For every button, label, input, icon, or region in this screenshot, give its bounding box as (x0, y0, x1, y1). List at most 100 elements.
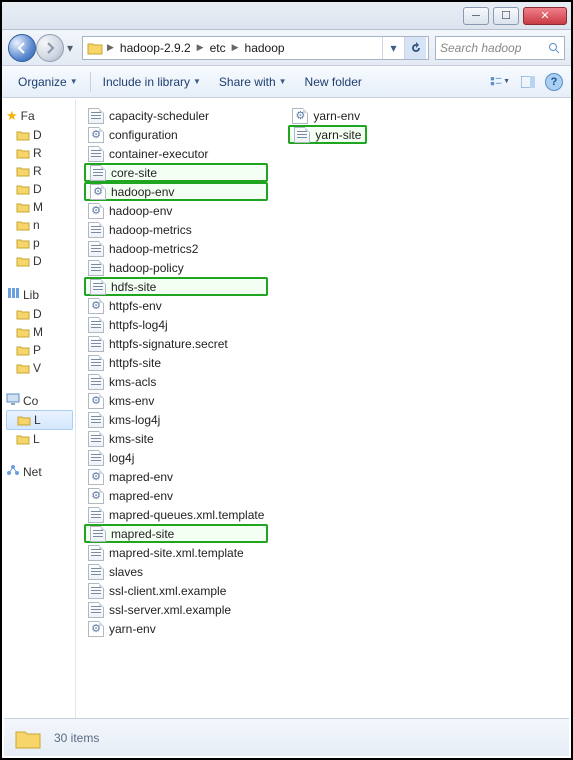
file-item[interactable]: capacity-scheduler (84, 106, 268, 125)
file-item[interactable]: mapred-queues.xml.template (84, 505, 268, 524)
sidebar-computer[interactable]: Co (6, 391, 73, 410)
refresh-icon (410, 42, 422, 54)
search-input[interactable]: Search hadoop (435, 36, 565, 60)
file-item[interactable]: log4j (84, 448, 268, 467)
folder-icon (16, 218, 30, 232)
sidebar-item[interactable]: M (6, 198, 73, 216)
chevron-right-icon: ▶ (195, 42, 206, 53)
breadcrumb[interactable]: ▶ hadoop-2.9.2 ▶ etc ▶ hadoop ▾ (82, 36, 429, 60)
folder-icon (16, 128, 30, 142)
file-name: mapred-env (109, 470, 173, 484)
breadcrumb-item[interactable]: hadoop (241, 41, 289, 55)
sidebar: ★Fa DRRDMnpD Lib DMPV Co LL Net (4, 100, 76, 718)
file-item[interactable]: kms-env (84, 391, 268, 410)
include-library-menu[interactable]: Include in library▼ (95, 71, 209, 93)
file-name: log4j (109, 451, 134, 465)
file-name: ssl-client.xml.example (109, 584, 226, 598)
folder-icon (14, 726, 42, 750)
folder-icon (16, 325, 30, 339)
back-button[interactable] (8, 34, 36, 62)
sidebar-item[interactable]: L (6, 410, 73, 430)
file-item[interactable]: yarn-site (288, 125, 367, 144)
new-folder-button[interactable]: New folder (297, 71, 370, 93)
file-item[interactable]: yarn-env (84, 619, 268, 638)
preview-pane-button[interactable] (517, 72, 539, 92)
file-item[interactable]: core-site (84, 163, 268, 182)
file-item[interactable]: yarn-env (288, 106, 367, 125)
sidebar-item[interactable]: D (6, 126, 73, 144)
file-item[interactable]: mapred-site (84, 524, 268, 543)
sidebar-favorites[interactable]: ★Fa (6, 106, 73, 126)
folder-icon (16, 146, 30, 160)
sidebar-item[interactable]: V (6, 359, 73, 377)
file-pane[interactable]: capacity-schedulerconfigurationcontainer… (76, 100, 569, 718)
sidebar-item[interactable]: L (6, 430, 73, 448)
file-item[interactable]: kms-acls (84, 372, 268, 391)
arrow-left-icon (15, 41, 29, 55)
view-options-button[interactable]: ▼ (489, 72, 511, 92)
sidebar-item[interactable]: M (6, 323, 73, 341)
file-icon (88, 108, 104, 124)
file-item[interactable]: httpfs-site (84, 353, 268, 372)
sidebar-item[interactable]: D (6, 180, 73, 198)
sidebar-item[interactable]: D (6, 252, 73, 270)
file-item[interactable]: container-executor (84, 144, 268, 163)
file-item[interactable]: configuration (84, 125, 268, 144)
nav-history-dropdown[interactable]: ▾ (64, 38, 76, 58)
forward-button[interactable] (36, 34, 64, 62)
file-item[interactable]: hadoop-env (84, 201, 268, 220)
sidebar-item[interactable]: R (6, 162, 73, 180)
sidebar-libraries[interactable]: Lib (6, 284, 73, 305)
close-button[interactable]: ✕ (523, 7, 567, 25)
file-item[interactable]: hadoop-env (84, 182, 268, 201)
item-count: 30 items (54, 731, 99, 745)
gear-file-icon (88, 393, 104, 409)
help-button[interactable]: ? (545, 73, 563, 91)
breadcrumb-item[interactable]: etc (206, 41, 230, 55)
library-icon (6, 286, 20, 303)
file-name: kms-log4j (109, 413, 160, 427)
file-item[interactable]: ssl-client.xml.example (84, 581, 268, 600)
file-icon (88, 241, 104, 257)
refresh-button[interactable] (404, 37, 426, 59)
folder-icon (16, 254, 30, 268)
share-with-menu[interactable]: Share with▼ (211, 71, 295, 93)
file-item[interactable]: hadoop-metrics (84, 220, 268, 239)
file-name: httpfs-site (109, 356, 161, 370)
minimize-button[interactable]: ─ (463, 7, 489, 25)
file-item[interactable]: slaves (84, 562, 268, 581)
file-name: kms-env (109, 394, 154, 408)
file-name: kms-site (109, 432, 154, 446)
file-name: hadoop-env (111, 185, 174, 199)
file-item[interactable]: httpfs-log4j (84, 315, 268, 334)
file-item[interactable]: mapred-site.xml.template (84, 543, 268, 562)
breadcrumb-dropdown[interactable]: ▾ (382, 37, 404, 59)
network-icon (6, 464, 20, 479)
file-item[interactable]: httpfs-env (84, 296, 268, 315)
file-item[interactable]: hdfs-site (84, 277, 268, 296)
file-item[interactable]: httpfs-signature.secret (84, 334, 268, 353)
gear-file-icon (88, 298, 104, 314)
sidebar-network[interactable]: Net (6, 462, 73, 481)
sidebar-item[interactable]: n (6, 216, 73, 234)
file-item[interactable]: hadoop-policy (84, 258, 268, 277)
maximize-button[interactable]: ☐ (493, 7, 519, 25)
sidebar-item[interactable]: p (6, 234, 73, 252)
file-icon (88, 336, 104, 352)
file-icon (90, 526, 106, 542)
sidebar-item[interactable]: P (6, 341, 73, 359)
file-item[interactable]: mapred-env (84, 467, 268, 486)
status-bar: 30 items (4, 718, 569, 756)
arrow-right-icon (43, 41, 57, 55)
breadcrumb-item[interactable]: hadoop-2.9.2 (116, 41, 195, 55)
file-item[interactable]: hadoop-metrics2 (84, 239, 268, 258)
sidebar-item[interactable]: D (6, 305, 73, 323)
file-name: yarn-env (313, 109, 360, 123)
file-item[interactable]: kms-log4j (84, 410, 268, 429)
file-item[interactable]: mapred-env (84, 486, 268, 505)
organize-menu[interactable]: Organize▼ (10, 71, 86, 93)
file-item[interactable]: kms-site (84, 429, 268, 448)
sidebar-item[interactable]: R (6, 144, 73, 162)
file-item[interactable]: ssl-server.xml.example (84, 600, 268, 619)
file-icon (88, 507, 104, 523)
